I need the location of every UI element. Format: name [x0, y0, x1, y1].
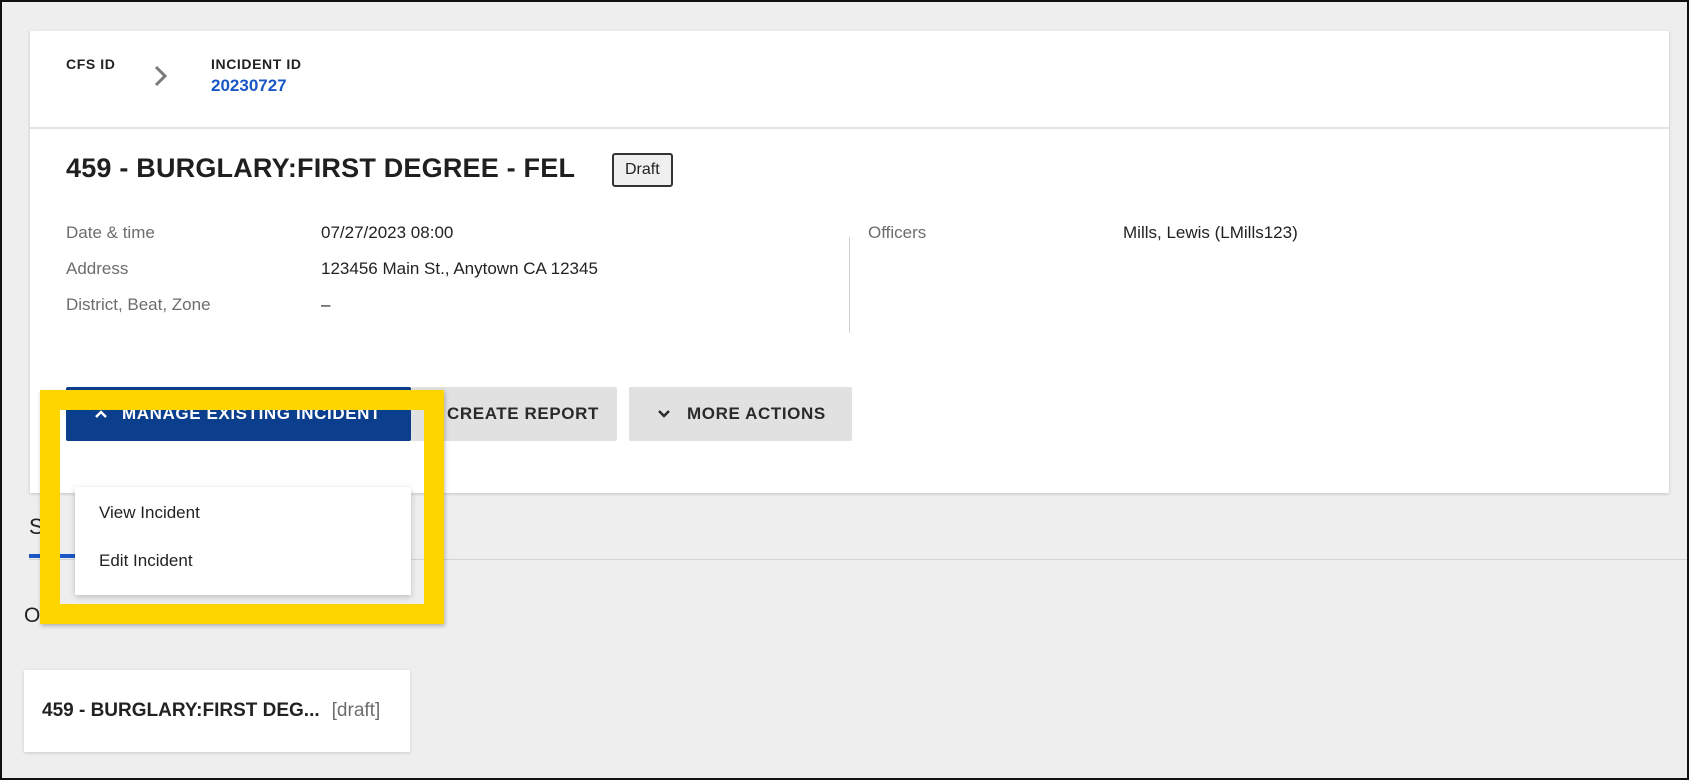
breadcrumb-incident: INCIDENT ID 20230727 — [211, 56, 302, 96]
create-report-label: CREATE REPORT — [447, 404, 599, 423]
incident-id-label: INCIDENT ID — [211, 56, 302, 72]
district-label: District, Beat, Zone — [66, 295, 211, 314]
app-frame: CFS ID INCIDENT ID 20230727 459 - BURGLA… — [0, 0, 1689, 780]
chevron-up-icon — [95, 410, 107, 418]
more-actions-label: MORE ACTIONS — [687, 404, 826, 423]
manage-existing-incident-label: MANAGE EXISTING INCIDENT — [122, 404, 382, 423]
officers-value: Mills, Lewis (LMills123) — [1123, 223, 1298, 242]
incident-title: 459 - BURGLARY:FIRST DEGREE - FEL — [66, 153, 576, 183]
incident-id-value[interactable]: 20230727 — [211, 76, 302, 96]
edit-incident-item[interactable]: Edit Incident — [99, 551, 193, 571]
status-badge: Draft — [612, 153, 673, 187]
manage-existing-incident-button[interactable]: MANAGE EXISTING INCIDENT — [66, 387, 411, 441]
more-actions-button[interactable]: MORE ACTIONS — [629, 387, 852, 441]
datetime-value: 07/27/2023 08:00 — [321, 223, 454, 242]
offense-card-status: [draft] — [331, 700, 381, 721]
officers-label: Officers — [868, 223, 927, 242]
chevron-down-icon — [658, 410, 670, 418]
datetime-label: Date & time — [66, 223, 155, 242]
breadcrumb: CFS ID INCIDENT ID 20230727 — [30, 31, 1669, 129]
address-value: 123456 Main St., Anytown CA 12345 — [321, 259, 598, 278]
section-heading: O — [24, 604, 41, 627]
offense-card[interactable]: 459 - BURGLARY:FIRST DEG... [draft] — [24, 670, 410, 752]
chevron-right-icon — [154, 65, 168, 87]
tab-summary[interactable]: S — [29, 514, 44, 540]
district-value: – — [321, 295, 331, 314]
breadcrumb-cfs-id[interactable]: CFS ID — [66, 56, 116, 72]
offense-card-title: 459 - BURGLARY:FIRST DEG... — [42, 700, 320, 721]
address-label: Address — [66, 259, 129, 278]
view-incident-item[interactable]: View Incident — [99, 503, 200, 523]
details-divider — [849, 237, 850, 333]
manage-incident-dropdown: View Incident Edit Incident — [75, 487, 411, 595]
create-report-button[interactable]: CREATE REPORT — [397, 387, 617, 441]
